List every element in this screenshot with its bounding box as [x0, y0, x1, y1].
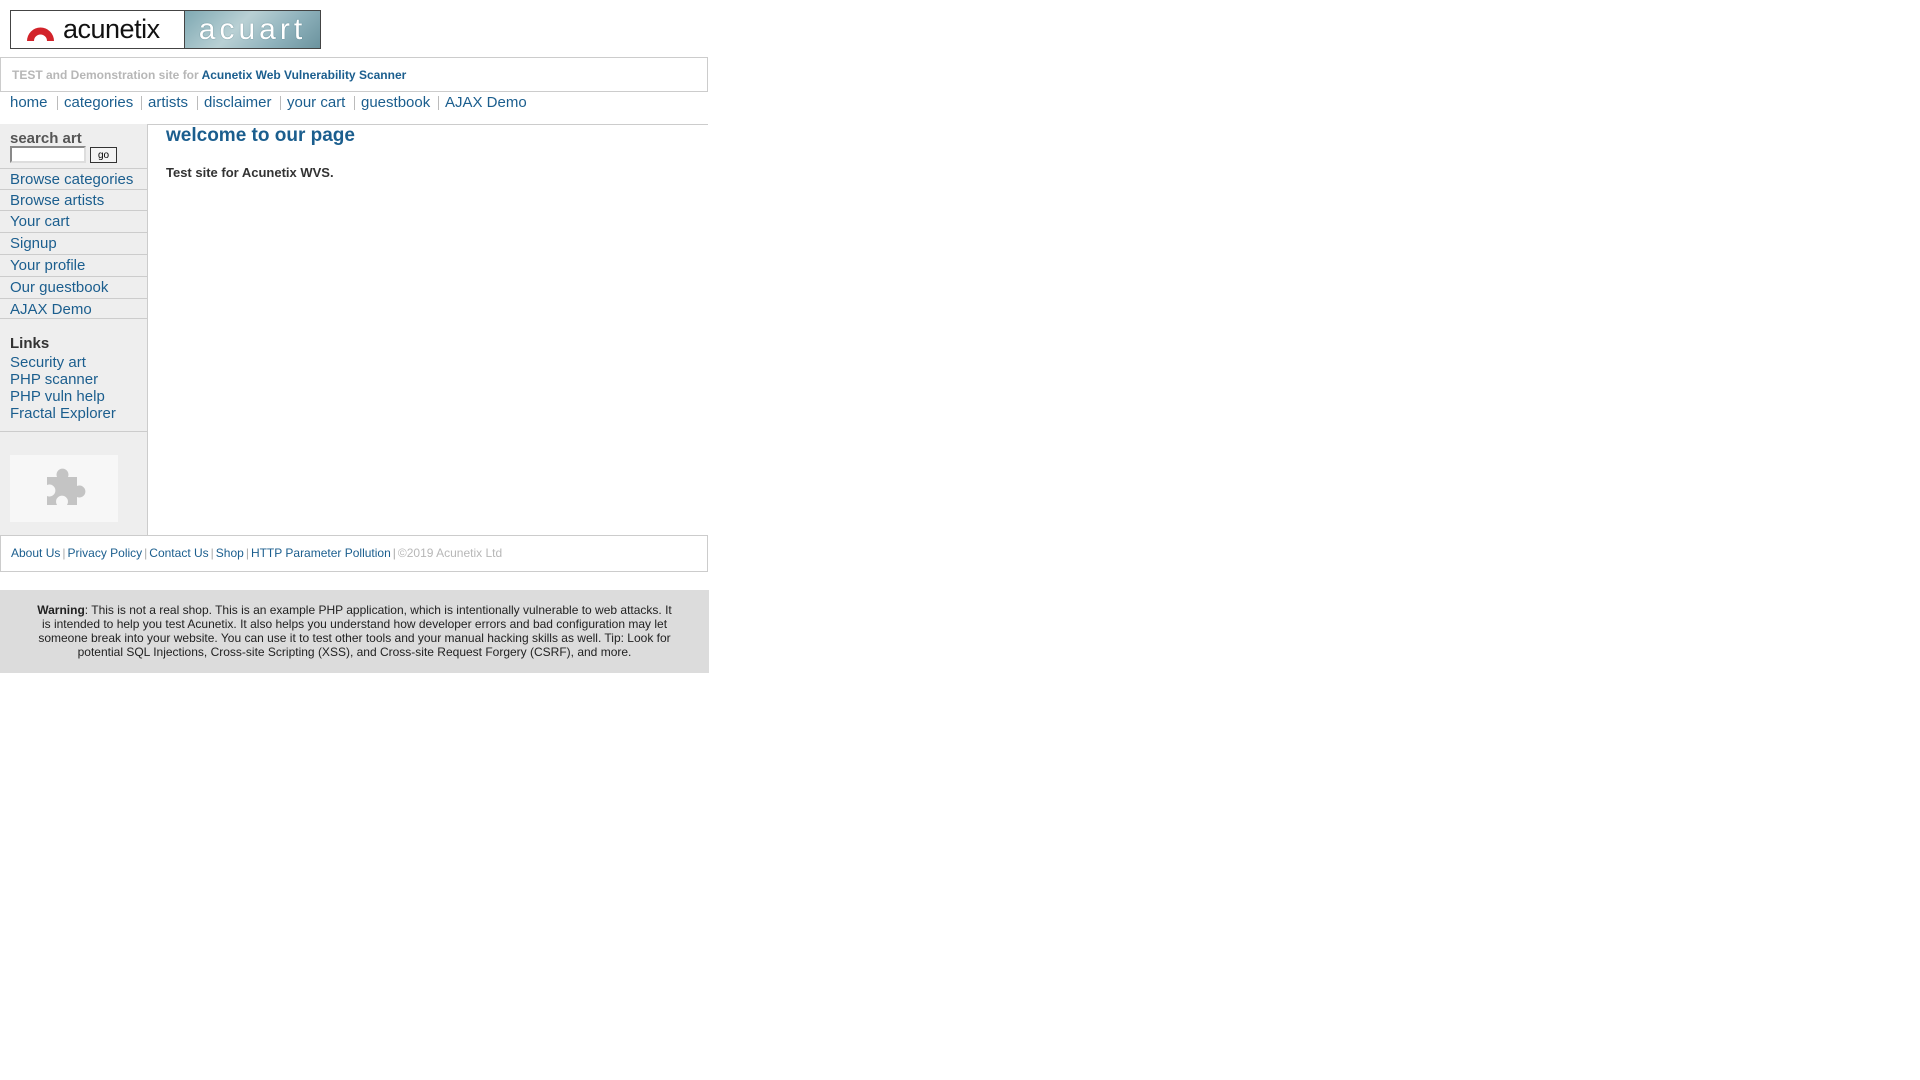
sidebar: search art go Browse categories Browse a… — [0, 124, 148, 535]
footer-shop[interactable]: Shop — [216, 546, 244, 560]
warning-box: Warning: This is not a real shop. This i… — [0, 590, 709, 673]
menu-your-cart[interactable]: your cart — [287, 93, 345, 113]
link-security-art[interactable]: Security art — [10, 354, 86, 371]
footer-contact-us[interactable]: Contact Us — [149, 546, 208, 560]
footer-separator: | — [144, 546, 148, 560]
search-label: search art — [10, 130, 82, 147]
tagline-prefix: TEST and Demonstration site for — [12, 68, 199, 82]
link-php-vuln-help[interactable]: PHP vuln help — [10, 388, 105, 405]
intro-text: Test site for Acunetix WVS. — [166, 165, 334, 180]
puzzle-piece-icon — [41, 463, 87, 514]
menu-separator — [57, 96, 58, 110]
footer-http-parameter-pollution[interactable]: HTTP Parameter Pollution — [251, 546, 391, 560]
footer-about-us[interactable]: About Us — [11, 546, 60, 560]
sidebar-item-your-cart[interactable]: Your cart — [0, 210, 147, 231]
menu-separator — [197, 96, 198, 110]
menu-guestbook[interactable]: guestbook — [361, 93, 430, 113]
sidebar-item-browse-categories[interactable]: Browse categories — [0, 168, 147, 189]
sidebar-item-ajax-demo[interactable]: AJAX Demo — [0, 298, 147, 319]
warning-text: : This is not a real shop. This is an ex… — [38, 603, 672, 659]
footer: About Us | Privacy Policy | Contact Us | Shop |… — [0, 535, 708, 572]
search-go-button[interactable]: go — [90, 147, 117, 163]
acunetix-logo: acunetix — [11, 11, 184, 48]
menu-separator — [141, 96, 142, 110]
footer-separator: | — [392, 546, 396, 560]
menu-separator — [354, 96, 355, 110]
menu-home[interactable]: home — [10, 93, 48, 113]
top-menu: home categories artists disclaimer your … — [0, 93, 708, 125]
menu-categories[interactable]: categories — [64, 93, 133, 113]
search-input[interactable] — [10, 146, 86, 163]
links-heading: Links — [10, 335, 50, 352]
footer-separator: | — [62, 546, 66, 560]
footer-copyright: ©2019 Acunetix Ltd — [397, 546, 503, 560]
warning-label: Warning — [37, 603, 85, 617]
menu-disclaimer[interactable]: disclaimer — [204, 93, 272, 113]
site-tagline: TEST and Demonstration site for Acunetix… — [0, 57, 708, 92]
link-fractal-explorer[interactable]: Fractal Explorer — [10, 405, 116, 422]
sidebar-divider — [0, 431, 147, 432]
acunetix-arch-icon — [24, 18, 57, 42]
sidebar-item-our-guestbook[interactable]: Our guestbook — [0, 276, 147, 297]
page-title: welcome to our page — [166, 125, 355, 146]
footer-privacy-policy[interactable]: Privacy Policy — [67, 546, 142, 560]
menu-artists[interactable]: artists — [148, 93, 188, 113]
sidebar-item-browse-artists[interactable]: Browse artists — [0, 189, 147, 210]
tagline-product-link[interactable]: Acunetix Web Vulnerability Scanner — [202, 68, 407, 82]
plugin-placeholder — [10, 455, 118, 522]
link-php-scanner[interactable]: PHP scanner — [10, 371, 98, 388]
menu-separator — [438, 96, 439, 110]
acuart-wordmark: acuart — [198, 12, 307, 46]
acuart-logo: acuart — [184, 11, 320, 48]
acunetix-wordmark: acunetix — [63, 14, 160, 44]
menu-ajax-demo[interactable]: AJAX Demo — [445, 93, 527, 113]
sidebar-item-your-profile[interactable]: Your profile — [0, 254, 147, 275]
site-logo[interactable]: acunetix acuart — [10, 10, 321, 49]
sidebar-item-signup[interactable]: Signup — [0, 232, 147, 253]
footer-separator: | — [210, 546, 214, 560]
footer-separator: | — [245, 546, 249, 560]
menu-separator — [280, 96, 281, 110]
